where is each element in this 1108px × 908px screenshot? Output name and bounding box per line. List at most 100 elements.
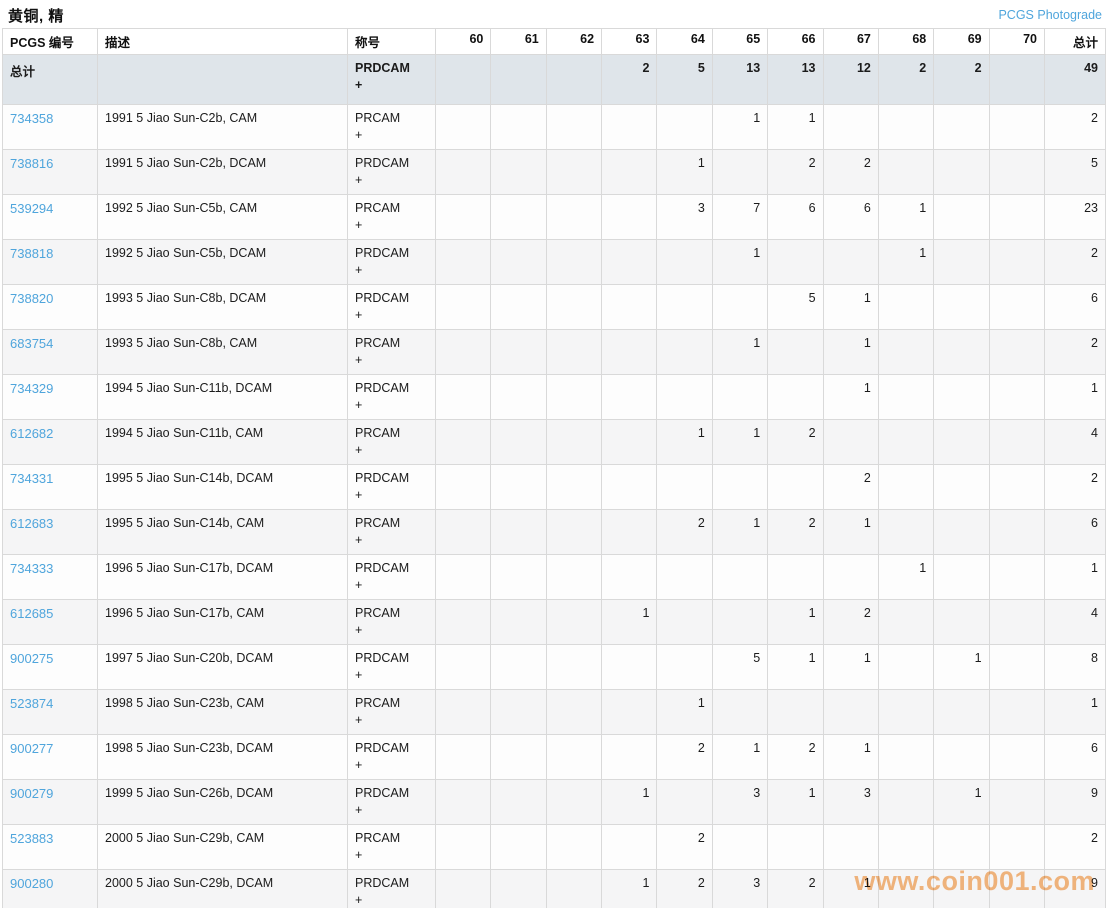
grade-count-62 <box>546 645 601 690</box>
grade-count-67: 1 <box>823 285 878 330</box>
totals-grade-68: 2 <box>878 55 933 105</box>
grade-count-66 <box>768 465 823 510</box>
designation-plus: + <box>355 173 428 187</box>
grade-count-62 <box>546 465 601 510</box>
designation-cell: PRDCAM+ <box>348 240 436 285</box>
col-header-grade-67: 67 <box>823 29 878 55</box>
grade-count-61 <box>491 375 546 420</box>
designation-code: PRDCAM <box>355 61 428 75</box>
photograde-link[interactable]: PCGS Photograde <box>998 8 1102 22</box>
grade-count-60 <box>436 690 491 735</box>
grade-count-66: 2 <box>768 420 823 465</box>
pcgs-number-link[interactable]: 612683 <box>10 516 53 531</box>
pcgs-number-link[interactable]: 539294 <box>10 201 53 216</box>
coin-description: 1995 5 Jiao Sun-C14b, DCAM <box>98 465 348 510</box>
col-header-grade-69: 69 <box>934 29 989 55</box>
designation-plus: + <box>355 263 428 277</box>
row-total: 23 <box>1045 195 1106 240</box>
grade-count-60 <box>436 645 491 690</box>
grade-count-70 <box>989 825 1044 870</box>
pcgs-number-cell: 734333 <box>3 555 98 600</box>
designation-plus: + <box>355 78 428 92</box>
pcgs-number-link[interactable]: 900277 <box>10 741 53 756</box>
pcgs-number-link[interactable]: 734333 <box>10 561 53 576</box>
pcgs-number-cell: 612685 <box>3 600 98 645</box>
totals-designation: PRDCAM + <box>348 55 436 105</box>
pcgs-number-link[interactable]: 900280 <box>10 876 53 891</box>
pcgs-number-link[interactable]: 738818 <box>10 246 53 261</box>
pcgs-number-link[interactable]: 523874 <box>10 696 53 711</box>
grade-count-63: 1 <box>602 780 657 825</box>
grade-count-69 <box>934 150 989 195</box>
grade-count-64 <box>657 600 712 645</box>
pcgs-number-link[interactable]: 900279 <box>10 786 53 801</box>
designation-code: PRCAM <box>355 516 428 530</box>
pcgs-number-cell: 900279 <box>3 780 98 825</box>
grade-count-66: 6 <box>768 195 823 240</box>
grade-count-65 <box>712 555 767 600</box>
pcgs-number-link[interactable]: 900275 <box>10 651 53 666</box>
designation-cell: PRDCAM+ <box>348 870 436 908</box>
grade-count-69 <box>934 420 989 465</box>
grade-count-60 <box>436 150 491 195</box>
designation-code: PRCAM <box>355 201 428 215</box>
row-total: 2 <box>1045 240 1106 285</box>
grade-count-66 <box>768 690 823 735</box>
grade-count-64 <box>657 555 712 600</box>
grade-count-68: 1 <box>878 555 933 600</box>
designation-cell: PRDCAM+ <box>348 555 436 600</box>
pcgs-number-link[interactable]: 734331 <box>10 471 53 486</box>
table-row: 7343581991 5 Jiao Sun-C2b, CAMPRCAM+112 <box>3 105 1106 150</box>
pcgs-number-link[interactable]: 734329 <box>10 381 53 396</box>
designation-cell: PRCAM+ <box>348 510 436 555</box>
grade-count-61 <box>491 240 546 285</box>
grade-count-65: 3 <box>712 870 767 908</box>
grade-count-65 <box>712 690 767 735</box>
row-total: 2 <box>1045 330 1106 375</box>
grade-count-64: 2 <box>657 825 712 870</box>
grade-count-60 <box>436 105 491 150</box>
table-row: 5238832000 5 Jiao Sun-C29b, CAMPRCAM+22 <box>3 825 1106 870</box>
grade-count-67 <box>823 690 878 735</box>
grade-count-68 <box>878 420 933 465</box>
pcgs-number-cell: 523874 <box>3 690 98 735</box>
designation-code: PRCAM <box>355 831 428 845</box>
pcgs-number-link[interactable]: 734358 <box>10 111 53 126</box>
grade-count-68 <box>878 600 933 645</box>
pcgs-number-cell: 683754 <box>3 330 98 375</box>
grade-count-61 <box>491 510 546 555</box>
grade-count-64: 2 <box>657 735 712 780</box>
grade-count-69 <box>934 465 989 510</box>
grade-count-60 <box>436 195 491 240</box>
pcgs-number-link[interactable]: 738820 <box>10 291 53 306</box>
grade-count-69 <box>934 330 989 375</box>
pcgs-number-link[interactable]: 612685 <box>10 606 53 621</box>
table-row: 6126851996 5 Jiao Sun-C17b, CAMPRCAM+112… <box>3 600 1106 645</box>
designation-cell: PRDCAM+ <box>348 150 436 195</box>
grade-count-67: 1 <box>823 375 878 420</box>
pcgs-number-link[interactable]: 683754 <box>10 336 53 351</box>
grade-count-64 <box>657 780 712 825</box>
coin-description: 2000 5 Jiao Sun-C29b, CAM <box>98 825 348 870</box>
coin-description: 1993 5 Jiao Sun-C8b, DCAM <box>98 285 348 330</box>
grade-count-63 <box>602 645 657 690</box>
pcgs-number-cell: 900275 <box>3 645 98 690</box>
grade-count-66 <box>768 555 823 600</box>
grade-count-70 <box>989 735 1044 780</box>
pcgs-number-link[interactable]: 738816 <box>10 156 53 171</box>
grade-count-63 <box>602 420 657 465</box>
pcgs-number-link[interactable]: 523883 <box>10 831 53 846</box>
grade-count-61 <box>491 420 546 465</box>
grade-count-62 <box>546 150 601 195</box>
pcgs-number-link[interactable]: 612682 <box>10 426 53 441</box>
pcgs-number-cell: 734331 <box>3 465 98 510</box>
designation-cell: PRDCAM+ <box>348 285 436 330</box>
grade-count-70 <box>989 510 1044 555</box>
grade-count-68 <box>878 690 933 735</box>
grade-count-70 <box>989 600 1044 645</box>
grade-count-69 <box>934 870 989 908</box>
grade-count-65: 5 <box>712 645 767 690</box>
grade-count-62 <box>546 510 601 555</box>
coin-description: 1997 5 Jiao Sun-C20b, DCAM <box>98 645 348 690</box>
grade-count-64 <box>657 240 712 285</box>
